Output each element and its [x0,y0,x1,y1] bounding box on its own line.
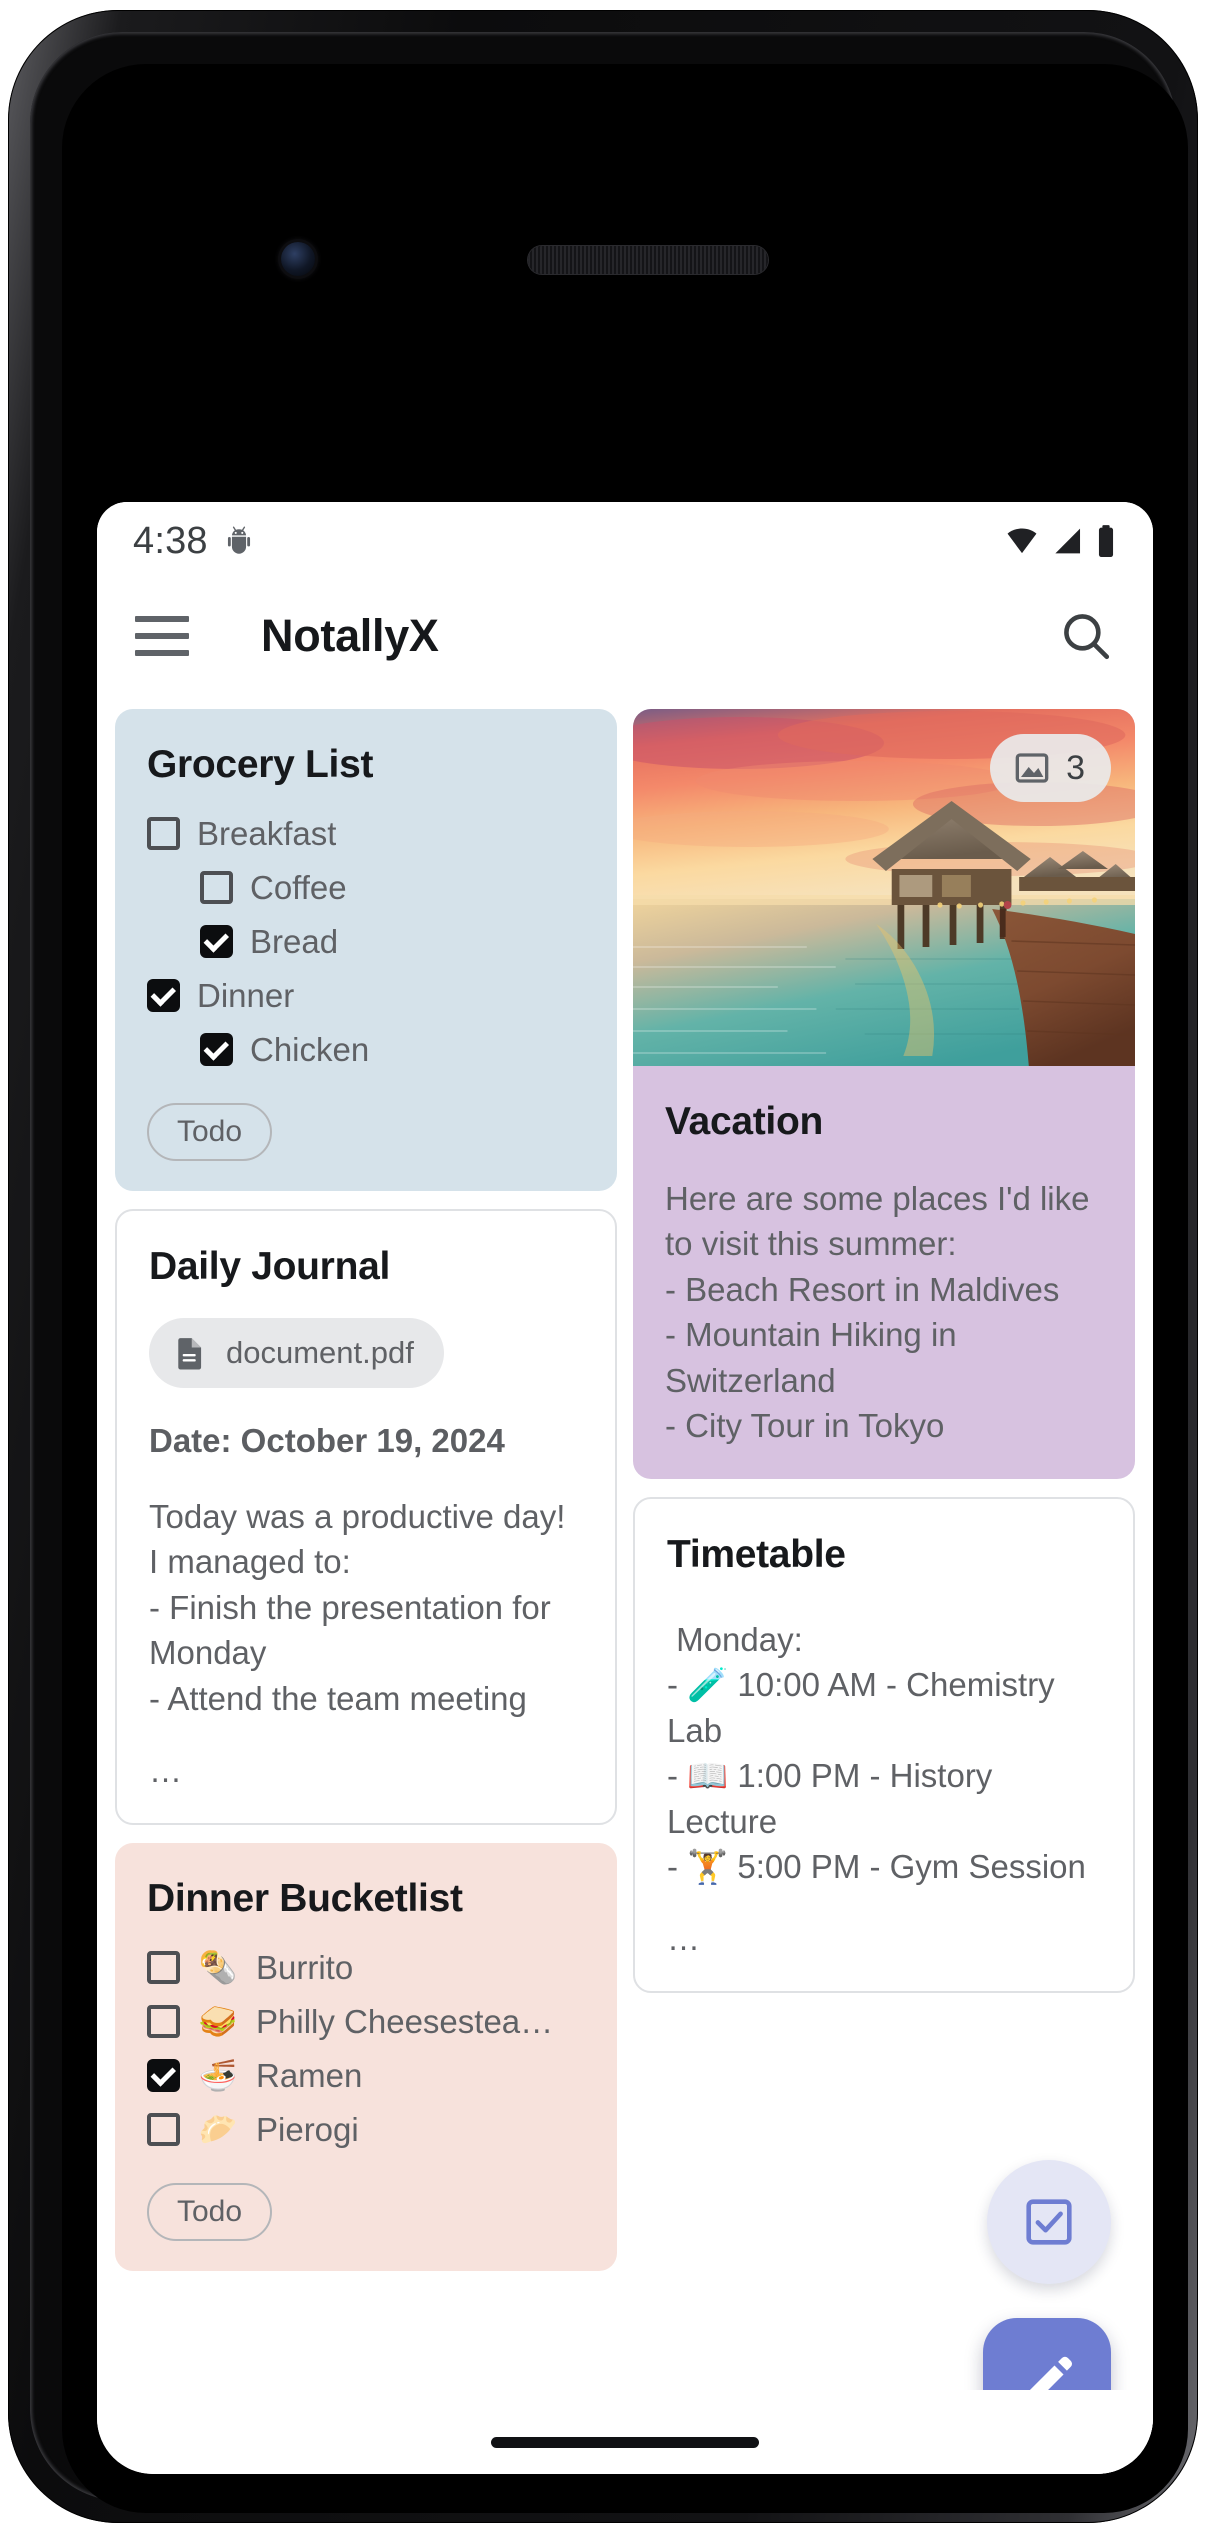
menu-line [135,633,189,639]
phone-screen: 4:38 NotallyX Grocery List Breakfast Cof… [62,64,1188,2513]
note-text-section: Vacation Here are some places I'd like t… [633,1066,1135,1479]
checklist-item[interactable]: 🌯 Burrito [147,1949,585,1987]
checklist-item-label: Bread [250,922,339,960]
search-icon[interactable] [1057,607,1115,665]
checklist-item-label: Dinner [197,976,295,1014]
app-viewport: 4:38 NotallyX Grocery List Breakfast Cof… [97,502,1153,2474]
attachment-chip[interactable]: document.pdf [149,1318,444,1389]
hamburger-menu-icon[interactable] [135,608,197,664]
checklist-item-label: Philly Cheesestea… [256,2002,554,2040]
status-time: 4:38 [133,519,208,562]
note-date-line: Date: October 19, 2024 [149,1422,505,1460]
note-title: Vacation [665,1100,823,1143]
note-title: Timetable [667,1532,846,1576]
note-card-vacation[interactable]: 3 Vacation Here are some places I'd like… [633,709,1135,1479]
note-title: Dinner Bucketlist [147,1877,463,1921]
note-body: Monday: - 🧪 10:00 AM - Chemistry Lab - 📖… [667,1620,1086,1886]
phone-bezel: 4:38 NotallyX Grocery List Breakfast Cof… [30,32,1188,2513]
gesture-bar-area [132,2390,1153,2474]
earpiece-speaker [528,246,768,274]
checklist-item[interactable]: Breakfast [147,815,585,853]
checkbox-unchecked-icon[interactable] [147,817,180,851]
note-title: Daily Journal [149,1244,391,1288]
burrito-emoji-icon: 🌯 [198,1950,238,1986]
notes-grid: Grocery List Breakfast Coffee Bread Dinn… [97,692,1153,2474]
checklist: Breakfast Coffee Bread Dinner Chicken [147,815,585,1069]
checklist-item[interactable]: 🥟 Pierogi [147,2111,585,2149]
note-image-header[interactable]: 3 [633,709,1135,1066]
checklist-item[interactable]: Dinner [147,977,585,1015]
add-todo-fab-button[interactable] [987,2160,1111,2284]
checklist-item-label: Breakfast [197,814,337,852]
note-more-indicator: … [667,1919,700,1957]
note-title: Grocery List [147,743,374,786]
note-card-grocery-list[interactable]: Grocery List Breakfast Coffee Bread Dinn… [115,709,617,1191]
menu-line [135,650,189,656]
menu-line [135,616,189,622]
label-chip-todo[interactable]: Todo [147,1102,273,1161]
checkbox-unchecked-icon[interactable] [200,871,233,905]
image-count-value: 3 [1066,748,1085,787]
phone-device-frame: 4:38 NotallyX Grocery List Breakfast Cof… [8,10,1198,2523]
note-card-dinner-bucketlist[interactable]: Dinner Bucketlist 🌯 Burrito 🥪 Philly Che… [115,1843,617,2271]
wifi-icon [1007,528,1037,554]
checklist: 🌯 Burrito 🥪 Philly Cheesestea… 🍜 Ramen 🥟… [147,1949,585,2149]
home-gesture-bar[interactable] [491,2437,759,2448]
image-icon [1015,753,1049,783]
label-chip-todo[interactable]: Todo [147,2182,273,2241]
checklist-item-label: Burrito [256,1948,354,1986]
notes-column-left: Grocery List Breakfast Coffee Bread Dinn… [115,709,617,2474]
checklist-item-label: Pierogi [256,2110,359,2148]
checklist-item-label: Ramen [256,2056,363,2094]
checkbox-checked-icon [1026,2199,1072,2245]
checkbox-checked-icon[interactable] [147,2059,180,2093]
signal-icon [1055,528,1081,554]
status-icons [1003,523,1117,559]
app-toolbar: NotallyX [97,580,1153,692]
checkbox-checked-icon[interactable] [147,979,180,1013]
front-camera-icon [281,242,315,276]
checklist-item[interactable]: Coffee [147,869,585,907]
status-bar: 4:38 [97,502,1153,580]
checkbox-unchecked-icon[interactable] [147,2113,180,2147]
note-card-daily-journal[interactable]: Daily Journal document.pdf Date: October… [115,1208,617,1826]
checklist-item[interactable]: 🍜 Ramen [147,2057,585,2095]
image-count-badge: 3 [990,734,1111,802]
checklist-item[interactable]: Bread [147,923,585,961]
dumpling-emoji-icon: 🥟 [198,2112,238,2148]
checkbox-unchecked-icon[interactable] [147,1951,180,1985]
sandwich-emoji-icon: 🥪 [198,2004,238,2040]
attachment-name: document.pdf [226,1335,414,1371]
checklist-item-label: Coffee [250,868,347,906]
checkbox-unchecked-icon[interactable] [147,2005,180,2039]
checklist-item-label: Chicken [250,1030,370,1068]
checklist-item[interactable]: Chicken [147,1031,585,1069]
android-bug-icon [222,524,256,558]
checkbox-checked-icon[interactable] [200,925,233,959]
battery-icon [1098,525,1114,558]
document-file-icon [178,1338,202,1370]
checklist-item[interactable]: 🥪 Philly Cheesestea… [147,2003,585,2041]
note-body: Here are some places I'd like to visit t… [665,1179,1090,1445]
checkbox-checked-icon[interactable] [200,1033,233,1067]
page-title: NotallyX [261,610,439,661]
note-card-timetable[interactable]: Timetable Monday: - 🧪 10:00 AM - Chemist… [633,1496,1135,1994]
note-more-indicator: … [149,1751,182,1789]
ramen-emoji-icon: 🍜 [198,2058,238,2094]
note-body: Today was a productive day! I managed to… [149,1497,566,1717]
